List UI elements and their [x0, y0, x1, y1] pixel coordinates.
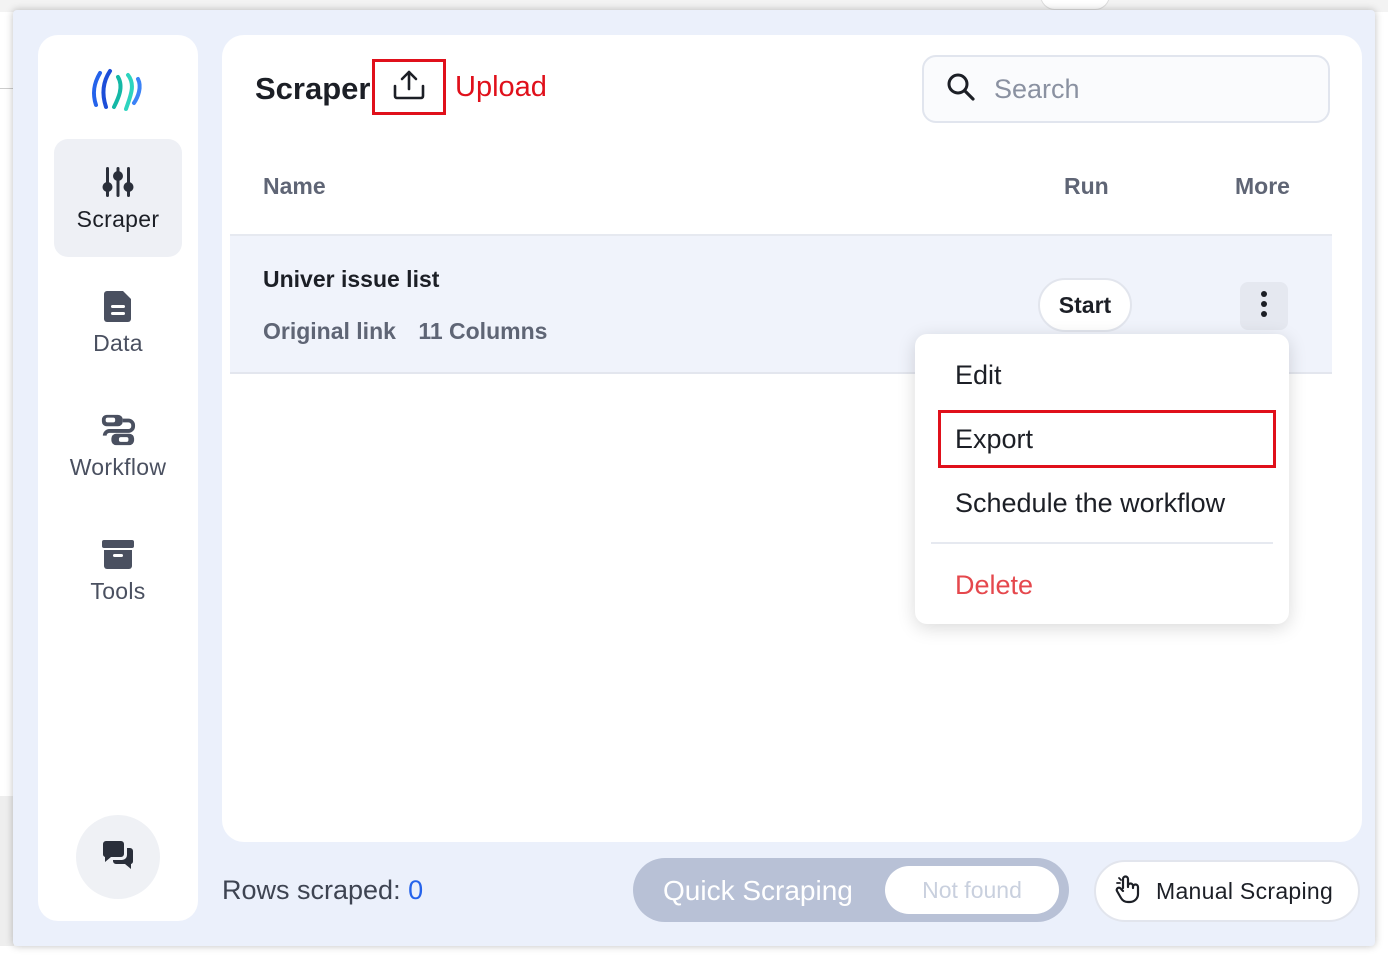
sidebar-item-label: Workflow	[69, 453, 167, 480]
upload-annotation-label: Upload	[455, 71, 547, 103]
page-title: Scraper	[255, 71, 371, 106]
menu-item-edit[interactable]: Edit	[955, 360, 1002, 391]
sidebar-item-data[interactable]: Data	[54, 263, 182, 381]
upload-icon	[392, 69, 426, 106]
background-panel	[0, 796, 14, 946]
columns-count: 11 Columns	[418, 318, 548, 344]
document-icon	[100, 288, 136, 324]
sidebar-item-scraper[interactable]: Scraper	[54, 139, 182, 257]
menu-item-delete[interactable]: Delete	[955, 570, 1033, 601]
workflow-icon	[100, 412, 136, 448]
not-found-badge: Not found	[885, 866, 1059, 914]
column-header-name: Name	[263, 173, 326, 199]
quick-scraping-button[interactable]: Quick Scraping Not found	[633, 858, 1069, 922]
search-input[interactable]	[994, 73, 1294, 105]
manual-scraping-button[interactable]: Manual Scraping	[1094, 860, 1360, 922]
background-tab-shape	[1040, 0, 1110, 10]
search-box	[922, 55, 1330, 123]
chat-bubbles-icon	[101, 840, 135, 875]
sidebar-item-label: Tools	[90, 577, 146, 604]
chat-button[interactable]	[76, 815, 160, 899]
sidebar-item-workflow[interactable]: Workflow	[54, 387, 182, 505]
row-options-menu: Edit Export Schedule the workflow Delete	[915, 334, 1289, 624]
rows-scraped: Rows scraped: 0	[222, 875, 423, 906]
original-link[interactable]: Original link	[263, 318, 396, 344]
menu-divider	[931, 542, 1273, 544]
more-options-button[interactable]	[1240, 282, 1288, 330]
sidebar-item-label: Data	[93, 329, 143, 356]
sidebar-item-label: Scraper	[76, 205, 160, 232]
background-divider	[0, 88, 14, 89]
menu-item-schedule[interactable]: Schedule the workflow	[955, 488, 1225, 519]
upload-button[interactable]	[372, 59, 446, 115]
rows-scraped-label: Rows scraped:	[222, 875, 401, 905]
app-logo-icon	[88, 65, 148, 113]
scraper-name: Univer issue list	[263, 266, 440, 292]
menu-item-export[interactable]: Export	[955, 424, 1033, 455]
pointer-hand-icon	[1114, 874, 1142, 909]
manual-scraping-label: Manual Scraping	[1156, 877, 1334, 904]
archive-box-icon	[100, 536, 136, 572]
extension-popup: Scraper Data Workflow Tools Scraper Uplo…	[13, 10, 1375, 946]
rows-scraped-count: 0	[408, 875, 424, 905]
search-icon	[946, 72, 976, 107]
scraper-meta: Original link 11 Columns	[263, 318, 563, 345]
vertical-dots-icon	[1260, 290, 1268, 323]
sliders-icon	[100, 164, 136, 200]
column-header-more: More	[1235, 173, 1290, 199]
column-header-run: Run	[1064, 173, 1109, 199]
sidebar: Scraper Data Workflow Tools	[38, 35, 198, 921]
sidebar-item-tools[interactable]: Tools	[54, 511, 182, 629]
quick-scraping-label: Quick Scraping	[663, 875, 853, 906]
start-button[interactable]: Start	[1038, 278, 1132, 332]
